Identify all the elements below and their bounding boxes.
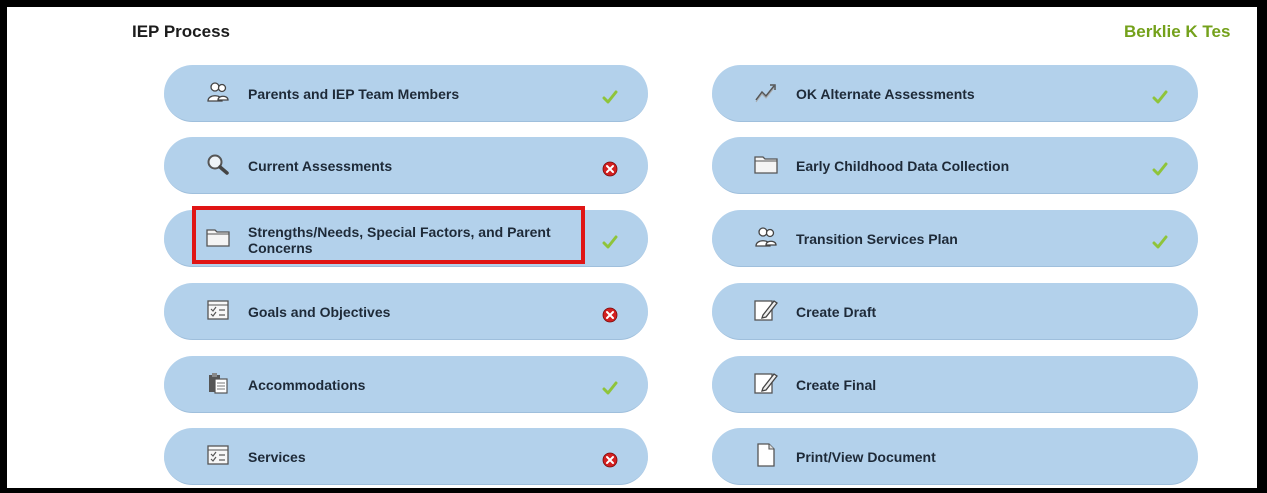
folder-icon [754, 153, 778, 175]
process-step-create-draft[interactable]: Create Draft [712, 283, 1198, 340]
process-step-transition-services-plan[interactable]: Transition Services Plan [712, 210, 1198, 267]
process-step-label: Transition Services Plan [796, 231, 958, 247]
check-icon [602, 89, 618, 105]
student-name: Berklie K Tes [1124, 22, 1231, 41]
process-step-label: Services [248, 449, 306, 465]
check-icon [1152, 89, 1168, 105]
chart-icon [754, 81, 778, 103]
process-step-goals-and-objectives[interactable]: Goals and Objectives [164, 283, 648, 340]
process-step-label: Parents and IEP Team Members [248, 86, 460, 102]
process-step-label: Accommodations [248, 377, 366, 393]
process-step-create-final[interactable]: Create Final [712, 356, 1198, 413]
process-step-early-childhood-data-collection[interactable]: Early Childhood Data Collection [712, 137, 1198, 194]
process-step-label: Create Final [796, 377, 877, 393]
people-icon [206, 81, 230, 103]
edit-document-icon [754, 372, 778, 394]
check-icon [602, 380, 618, 396]
process-step-label: Goals and Objectives [248, 304, 391, 320]
highlight-box [192, 206, 585, 264]
clipboard-icon [206, 372, 230, 394]
page-title: IEP Process [132, 22, 230, 41]
edit-document-icon [754, 299, 778, 321]
process-step-services[interactable]: Services [164, 428, 648, 485]
process-step-label: Print/View Document [796, 449, 936, 465]
check-icon [602, 234, 618, 250]
check-icon [1152, 161, 1168, 177]
checklist-icon [206, 444, 230, 466]
people-icon [754, 226, 778, 248]
process-step-ok-alternate-assessments[interactable]: OK Alternate Assessments [712, 65, 1198, 122]
process-step-label: Current Assessments [248, 158, 393, 174]
error-x-icon [602, 307, 618, 323]
error-x-icon [602, 161, 618, 177]
document-icon [754, 443, 778, 467]
process-step-label: OK Alternate Assessments [796, 86, 975, 102]
process-step-accommodations[interactable]: Accommodations [164, 356, 648, 413]
checklist-icon [206, 299, 230, 321]
process-step-current-assessments[interactable]: Current Assessments [164, 137, 648, 194]
process-step-parents-and-iep-team-members[interactable]: Parents and IEP Team Members [164, 65, 648, 122]
process-step-label: Create Draft [796, 304, 877, 320]
magnifier-icon [206, 153, 230, 175]
process-step-print-view-document[interactable]: Print/View Document [712, 428, 1198, 485]
error-x-icon [602, 452, 618, 468]
check-icon [1152, 234, 1168, 250]
process-step-label: Early Childhood Data Collection [796, 158, 1010, 174]
